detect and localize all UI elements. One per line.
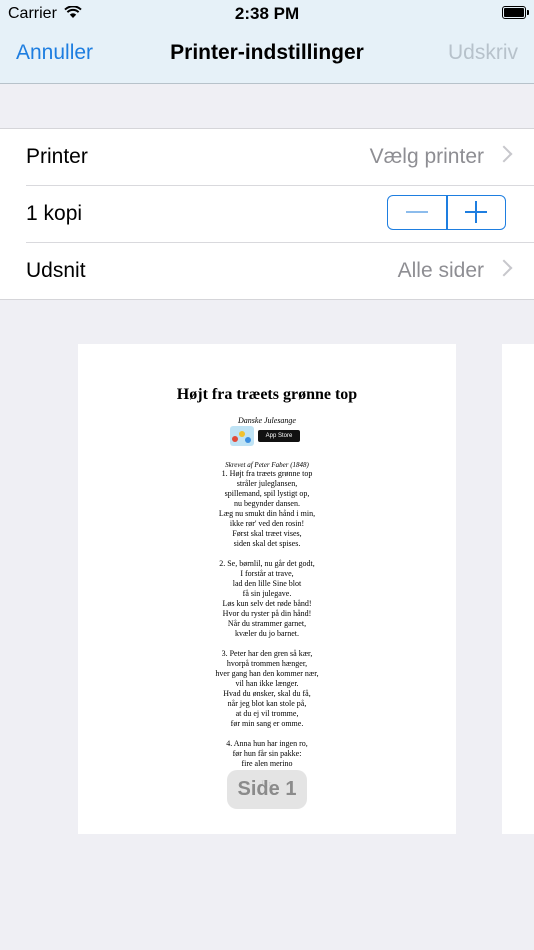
document-author: Skrevet af Peter Faber (1848) bbox=[225, 461, 309, 469]
poem-line: 1. Højt fra træets grønne top bbox=[221, 469, 313, 478]
poem-line: Når du strammer garnet, bbox=[227, 619, 307, 628]
range-label: Udsnit bbox=[26, 259, 86, 282]
poem-line: lad den lille Sine blot bbox=[232, 579, 302, 588]
status-time: 2:38 PM bbox=[234, 4, 300, 23]
poem-line: før hun får sin pakke: bbox=[232, 749, 302, 758]
copies-row: 1 kopi bbox=[0, 186, 534, 242]
copies-stepper bbox=[387, 195, 506, 230]
poem-line: nu begynder dansen. bbox=[234, 499, 300, 508]
chevron-right-icon bbox=[495, 259, 513, 277]
poem-line bbox=[78, 729, 456, 739]
page-number-badge: Side 1 bbox=[227, 770, 307, 809]
page-thumbnail[interactable]: Højt fra træets grønne top Danske Julesa… bbox=[78, 344, 456, 834]
range-row[interactable]: Udsnit Alle sider bbox=[0, 243, 534, 299]
print-preview[interactable]: Højt fra træets grønne top Danske Julesa… bbox=[0, 298, 534, 950]
poem-line: få sin julegave. bbox=[242, 589, 292, 598]
status-bar: Carrier 2:38 PM bbox=[0, 0, 534, 28]
printer-label: Printer bbox=[26, 145, 88, 168]
poem-line: I forstår at trave, bbox=[240, 569, 294, 578]
printer-options: Printer Vælg printer 1 kopi Udsnit Alle … bbox=[0, 128, 534, 300]
poem-line: at du ej vil tromme, bbox=[235, 709, 299, 718]
range-value: Alle sider bbox=[397, 259, 484, 282]
poem-line: Hvor du ryster på din hånd! bbox=[222, 609, 312, 618]
printer-value: Vælg printer bbox=[369, 145, 484, 168]
poem-line: kvæler du jo barnet. bbox=[235, 629, 299, 638]
poem-line: Først skal træet vises, bbox=[232, 529, 302, 538]
poem-line: 3. Peter har den gren så kær, bbox=[221, 649, 313, 658]
document-logos: App Store bbox=[230, 426, 304, 446]
poem-line: før min sang er omme. bbox=[230, 719, 304, 728]
poem-line: stråler juleglansen, bbox=[236, 479, 298, 488]
poem-line bbox=[78, 639, 456, 649]
copies-label: 1 kopi bbox=[26, 202, 83, 225]
app-store-badge: App Store bbox=[258, 430, 300, 442]
increment-button[interactable] bbox=[447, 196, 505, 228]
poem-line: hvorpå trommen hænger, bbox=[226, 659, 308, 668]
print-button[interactable]: Udskriv bbox=[448, 41, 518, 65]
printer-row[interactable]: Printer Vælg printer bbox=[0, 129, 534, 185]
next-page-thumbnail[interactable] bbox=[502, 344, 534, 834]
poem-line: fire alen merino bbox=[241, 759, 293, 768]
poem-line: spillemand, spil lystigt op, bbox=[224, 489, 310, 498]
battery-icon bbox=[502, 6, 529, 19]
poem-line: 4. Anna hun har ingen ro, bbox=[226, 739, 308, 748]
chevron-right-icon bbox=[495, 145, 513, 163]
poem-line: 2. Se, børnlil, nu går det godt, bbox=[219, 559, 315, 568]
navigation-bar: Annuller Printer-indstillinger Udskriv bbox=[0, 28, 534, 84]
poem-line: ikke rør' ved den rosin! bbox=[229, 519, 305, 528]
document-title: Højt fra træets grønne top bbox=[176, 386, 358, 403]
decrement-button[interactable] bbox=[388, 196, 446, 228]
document-subtitle: Danske Julesange bbox=[238, 416, 296, 425]
poem-line: vil han ikke længer. bbox=[235, 679, 299, 688]
poem-line: Løs kun selv det røde bånd! bbox=[222, 599, 312, 608]
document-body: 1. Højt fra træets grønne top stråler jul… bbox=[78, 469, 456, 789]
poem-line bbox=[78, 549, 456, 559]
poem-line: Læg nu smukt din hånd i min, bbox=[218, 509, 316, 518]
minus-icon bbox=[406, 211, 428, 213]
poem-line: hver gang han den kommer nær, bbox=[215, 669, 319, 678]
poem-line: Hvad du ønsker, skal du få, bbox=[223, 689, 311, 698]
poem-line: siden skal det spises. bbox=[233, 539, 301, 548]
poem-line: når jeg blot kan stole på, bbox=[227, 699, 307, 708]
cancel-button[interactable]: Annuller bbox=[16, 41, 93, 65]
app-icon bbox=[230, 426, 254, 446]
